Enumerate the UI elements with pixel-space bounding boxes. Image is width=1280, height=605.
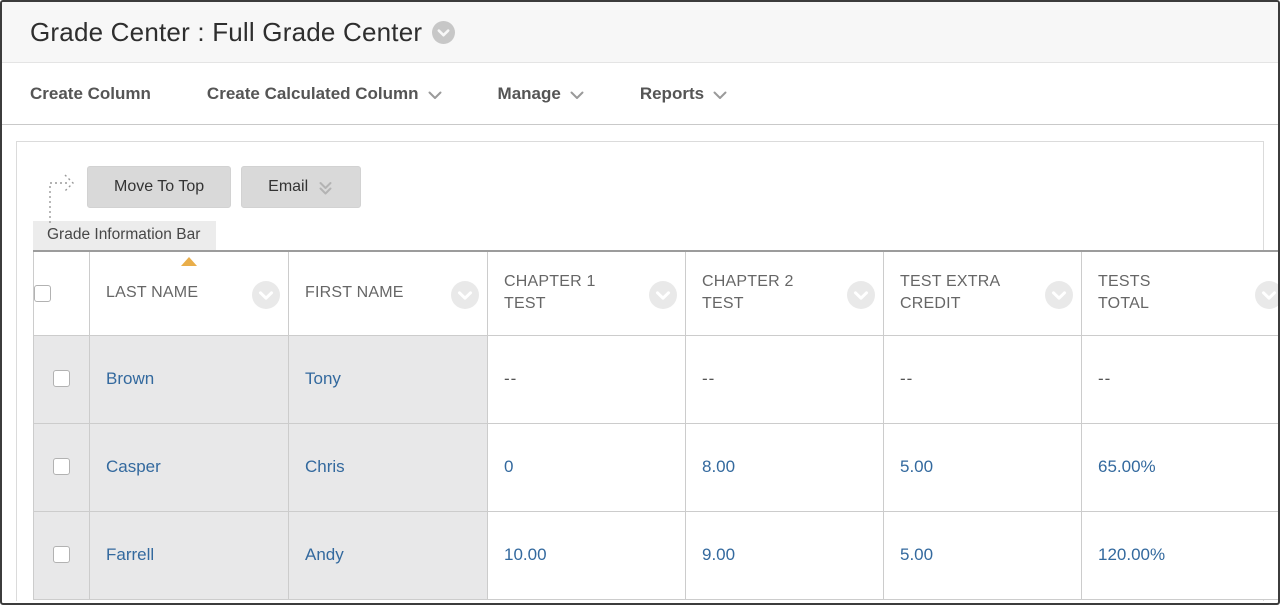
column-header-label: LAST NAME (90, 282, 198, 304)
grade-cell[interactable]: 9.00 (686, 511, 884, 599)
column-header-first-name[interactable]: FIRST NAME (289, 251, 488, 335)
column-header-label: TEST EXTRA CREDIT (884, 271, 1002, 316)
table-row: Casper Chris 0 8.00 5.00 65.00% (34, 423, 1280, 511)
grade-cell[interactable]: -- (884, 335, 1082, 423)
move-arrow-icon (43, 168, 85, 229)
column-header-chapter-2-test[interactable]: CHAPTER 2 TEST (686, 251, 884, 335)
grade-cell[interactable]: 0 (488, 423, 686, 511)
grade-value: -- (900, 369, 913, 388)
grade-value: 0 (504, 457, 513, 476)
last-name-cell: Brown (90, 335, 289, 423)
action-bar: Create Column Create Calculated Column M… (2, 63, 1278, 125)
grade-value: 5.00 (900, 457, 933, 476)
toolbar: Move To Top Email (17, 142, 1263, 208)
grade-value: 8.00 (702, 457, 735, 476)
grade-value: 65.00% (1098, 457, 1156, 476)
student-first-name-link[interactable]: Chris (305, 457, 345, 476)
grade-value: 9.00 (702, 545, 735, 564)
header-row: LAST NAME FIRST NAME CHAPTER 1 TEST (34, 251, 1280, 335)
table-row: Brown Tony -- -- -- -- (34, 335, 1280, 423)
column-menu-chevron-icon[interactable] (451, 281, 479, 314)
grade-cell[interactable]: 5.00 (884, 423, 1082, 511)
title-bar: Grade Center : Full Grade Center (2, 2, 1278, 63)
student-last-name-link[interactable]: Casper (106, 457, 161, 476)
column-menu-chevron-icon[interactable] (847, 281, 875, 314)
create-column-label: Create Column (30, 84, 151, 104)
column-menu-chevron-icon[interactable] (252, 281, 280, 314)
grade-value: -- (504, 369, 517, 388)
student-first-name-link[interactable]: Andy (305, 545, 344, 564)
first-name-cell: Chris (289, 423, 488, 511)
grade-cell[interactable]: -- (488, 335, 686, 423)
grade-value: 10.00 (504, 545, 547, 564)
column-menu-chevron-icon[interactable] (649, 281, 677, 314)
grade-cell[interactable]: 65.00% (1082, 423, 1280, 511)
grade-cell[interactable]: -- (686, 335, 884, 423)
grade-cell[interactable]: 5.00 (884, 511, 1082, 599)
column-menu-chevron-icon[interactable] (1255, 281, 1280, 314)
sort-ascending-icon (181, 257, 197, 266)
chevron-down-icon (570, 91, 584, 100)
email-label: Email (268, 178, 308, 196)
column-header-label: FIRST NAME (289, 282, 404, 304)
chevron-down-icon (713, 91, 727, 100)
student-last-name-link[interactable]: Brown (106, 369, 154, 388)
row-select-cell (34, 511, 90, 599)
grade-center-panel: Move To Top Email Grade Information Bar (16, 141, 1264, 601)
grade-value: 120.00% (1098, 545, 1165, 564)
grade-center-window: Grade Center : Full Grade Center Create … (0, 0, 1280, 605)
grade-cell[interactable]: 10.00 (488, 511, 686, 599)
select-all-checkbox[interactable] (34, 285, 51, 302)
grade-cell[interactable]: -- (1082, 335, 1280, 423)
chevron-down-icon (428, 91, 442, 100)
column-header-tests-total[interactable]: TESTS TOTAL (1082, 251, 1280, 335)
reports-label: Reports (640, 84, 704, 104)
grade-cell[interactable]: 120.00% (1082, 511, 1280, 599)
move-to-top-button[interactable]: Move To Top (87, 166, 231, 208)
select-all-cell (34, 251, 90, 335)
first-name-cell: Tony (289, 335, 488, 423)
grade-cell[interactable]: 8.00 (686, 423, 884, 511)
grade-value: -- (1098, 369, 1111, 388)
row-select-cell (34, 423, 90, 511)
create-column-button[interactable]: Create Column (30, 84, 151, 104)
column-header-chapter-1-test[interactable]: CHAPTER 1 TEST (488, 251, 686, 335)
last-name-cell: Farrell (90, 511, 289, 599)
row-checkbox[interactable] (53, 546, 70, 563)
title-context-menu-chevron-icon[interactable] (432, 21, 455, 44)
grade-table: LAST NAME FIRST NAME CHAPTER 1 TEST (33, 250, 1280, 600)
column-header-last-name[interactable]: LAST NAME (90, 251, 289, 335)
email-button[interactable]: Email (241, 166, 361, 208)
create-calculated-column-label: Create Calculated Column (207, 84, 419, 104)
grade-value: -- (702, 369, 715, 388)
column-menu-chevron-icon[interactable] (1045, 281, 1073, 314)
grade-value: 5.00 (900, 545, 933, 564)
table-row: Farrell Andy 10.00 9.00 5.00 120.00% (34, 511, 1280, 599)
row-checkbox[interactable] (53, 370, 70, 387)
column-header-label: CHAPTER 1 TEST (488, 271, 606, 316)
move-to-top-label: Move To Top (114, 178, 204, 196)
double-chevron-down-icon (317, 180, 334, 197)
page-title: Grade Center : Full Grade Center (30, 17, 422, 48)
last-name-cell: Casper (90, 423, 289, 511)
column-header-test-extra-credit[interactable]: TEST EXTRA CREDIT (884, 251, 1082, 335)
column-header-label: TESTS TOTAL (1082, 271, 1200, 316)
column-header-label: CHAPTER 2 TEST (686, 271, 804, 316)
student-first-name-link[interactable]: Tony (305, 369, 341, 388)
row-checkbox[interactable] (53, 458, 70, 475)
manage-label: Manage (498, 84, 561, 104)
first-name-cell: Andy (289, 511, 488, 599)
reports-menu[interactable]: Reports (640, 84, 727, 104)
row-select-cell (34, 335, 90, 423)
student-last-name-link[interactable]: Farrell (106, 545, 154, 564)
manage-menu[interactable]: Manage (498, 84, 584, 104)
create-calculated-column-menu[interactable]: Create Calculated Column (207, 84, 442, 104)
